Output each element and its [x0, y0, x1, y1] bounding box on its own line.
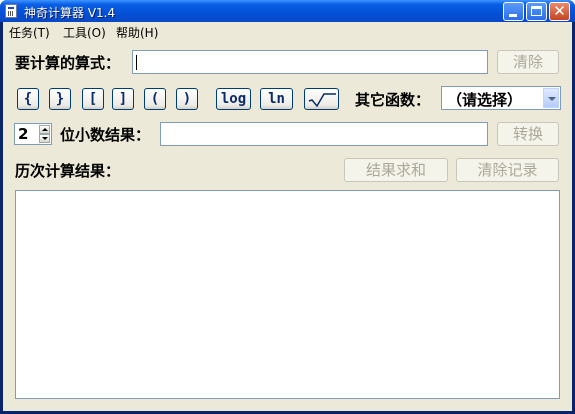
- menu-task[interactable]: 任务(T): [9, 24, 50, 41]
- sqrt-key[interactable]: [304, 88, 339, 110]
- menu-help[interactable]: 帮助(H): [116, 24, 158, 41]
- other-functions-select[interactable]: （请选择）: [441, 86, 561, 110]
- history-list[interactable]: [15, 190, 560, 399]
- menu-tools[interactable]: 工具(O): [63, 24, 106, 41]
- expression-label: 要计算的算式：: [15, 54, 121, 72]
- left-brace-key[interactable]: {: [17, 88, 39, 110]
- clear-history-button[interactable]: 清除记录: [456, 158, 559, 182]
- expression-input[interactable]: [132, 50, 488, 74]
- history-label: 历次计算结果：: [15, 162, 121, 180]
- decimal-result-field[interactable]: [160, 122, 488, 146]
- decimal-result-label: 位小数结果：: [60, 126, 151, 144]
- close-icon: ✕: [553, 2, 566, 20]
- main-window: 神奇计算器 V1.4 ✕ 任务(T) 工具(O) 帮助(H) 要计算的算式： 清…: [0, 0, 575, 414]
- client-area: 任务(T) 工具(O) 帮助(H) 要计算的算式： 清除 { } [ ] ( )…: [3, 22, 572, 411]
- menu-bar: 任务(T) 工具(O) 帮助(H): [3, 22, 572, 41]
- minimize-button[interactable]: [503, 2, 524, 21]
- maximize-icon: [531, 6, 542, 16]
- title-bar[interactable]: 神奇计算器 V1.4 ✕: [0, 0, 575, 22]
- right-paren-key[interactable]: ): [176, 88, 198, 110]
- close-button[interactable]: ✕: [549, 2, 570, 21]
- stepper-down-icon[interactable]: [39, 134, 50, 143]
- right-bracket-key[interactable]: ]: [112, 88, 134, 110]
- dropdown-arrow-icon[interactable]: [543, 88, 559, 108]
- right-brace-key[interactable]: }: [49, 88, 71, 110]
- maximize-button[interactable]: [526, 2, 547, 21]
- convert-button[interactable]: 转换: [497, 122, 559, 146]
- log-key[interactable]: log: [216, 88, 251, 110]
- minimize-icon: [509, 14, 517, 17]
- other-functions-selected: （请选择）: [447, 91, 523, 109]
- decimal-places-stepper[interactable]: 2: [14, 123, 52, 145]
- left-paren-key[interactable]: (: [144, 88, 166, 110]
- stepper-up-icon[interactable]: [39, 125, 50, 134]
- decimal-places-value: 2: [18, 125, 29, 143]
- clear-expression-button[interactable]: 清除: [497, 50, 559, 74]
- left-bracket-key[interactable]: [: [82, 88, 104, 110]
- calculator-app-icon[interactable]: [5, 4, 17, 18]
- sum-results-button[interactable]: 结果求和: [344, 158, 448, 182]
- other-functions-label: 其它函数：: [355, 91, 431, 109]
- text-caret: [136, 55, 137, 70]
- window-title: 神奇计算器 V1.4: [24, 6, 116, 20]
- square-root-icon: [308, 93, 336, 108]
- ln-key[interactable]: ln: [260, 88, 293, 110]
